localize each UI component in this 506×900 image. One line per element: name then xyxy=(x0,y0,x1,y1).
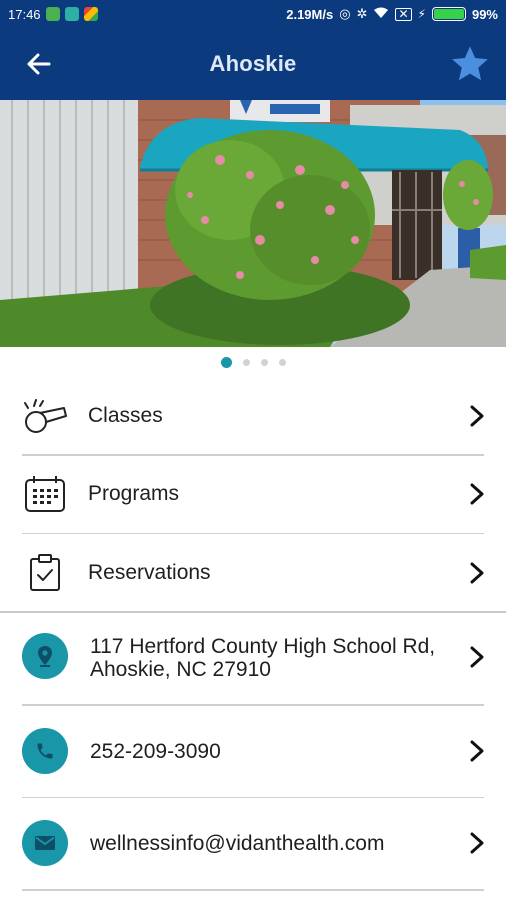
notification-icon xyxy=(45,7,60,21)
facility-photo[interactable] xyxy=(0,100,506,347)
menu-item-label: Reservations xyxy=(88,560,211,584)
phone-icon xyxy=(22,727,68,774)
status-time: 17:46 xyxy=(8,6,41,22)
status-bar: 17:46 2.19M/s ◎ ✲ ✕ ⚡ 99% xyxy=(0,0,506,28)
contact-info: 117 Hertford County High School Rd, Ahos… xyxy=(0,609,506,891)
chevron-right-icon xyxy=(470,405,484,426)
menu-item-classes[interactable]: Classes xyxy=(0,377,506,454)
hotspot-icon: ◎ xyxy=(339,6,351,21)
menu-item-label: Classes xyxy=(88,403,163,427)
address-row[interactable]: 117 Hertford County High School Rd, Ahos… xyxy=(0,609,506,704)
address-text: 117 Hertford County High School Rd, Ahos… xyxy=(90,635,436,681)
chevron-right-icon xyxy=(470,646,484,668)
maps-icon xyxy=(83,7,98,21)
notification-icon xyxy=(64,7,79,21)
menu-item-programs[interactable]: Programs xyxy=(0,456,506,533)
calendar-icon xyxy=(22,471,68,517)
sim-icon: ✕ xyxy=(395,7,412,21)
wifi-icon xyxy=(373,7,389,22)
network-speed: 2.19M/s xyxy=(286,6,334,22)
charging-icon: ⚡ xyxy=(417,7,426,21)
carousel-dot[interactable] xyxy=(278,358,286,366)
email-text: wellnessinfo@vidanthealth.com xyxy=(90,832,385,855)
whistle-icon xyxy=(22,393,68,439)
chevron-right-icon xyxy=(470,483,484,505)
star-icon xyxy=(452,46,488,81)
battery-percent: 99% xyxy=(471,6,498,22)
chevron-right-icon xyxy=(470,562,484,583)
email-icon xyxy=(22,820,68,866)
menu-item-reservations[interactable]: Reservations xyxy=(0,534,506,611)
facility-menu: Classes Programs Reservations xyxy=(0,377,506,613)
carousel-dot[interactable] xyxy=(242,358,250,366)
phone-row[interactable]: 252-209-3090 xyxy=(0,706,506,797)
menu-item-label: Programs xyxy=(88,482,180,505)
carousel-indicator xyxy=(0,354,506,370)
chevron-right-icon xyxy=(470,740,484,761)
phone-text: 252-209-3090 xyxy=(90,739,221,763)
email-row[interactable]: wellnessinfo@vidanthealth.com xyxy=(0,798,506,889)
back-button[interactable] xyxy=(18,46,58,82)
favorite-button[interactable] xyxy=(448,42,492,86)
clipboard-check-icon xyxy=(22,550,68,596)
battery-icon xyxy=(431,7,466,21)
carousel-dot[interactable] xyxy=(260,358,268,366)
arrow-back-icon xyxy=(27,53,51,75)
divider xyxy=(22,889,484,891)
location-pin-icon xyxy=(22,633,68,679)
alarm-icon: ✲ xyxy=(356,6,368,21)
page-title: Ahoskie xyxy=(209,51,297,76)
chevron-right-icon xyxy=(470,832,484,854)
app-bar: Ahoskie xyxy=(0,28,506,100)
carousel-dot[interactable] xyxy=(220,356,232,368)
